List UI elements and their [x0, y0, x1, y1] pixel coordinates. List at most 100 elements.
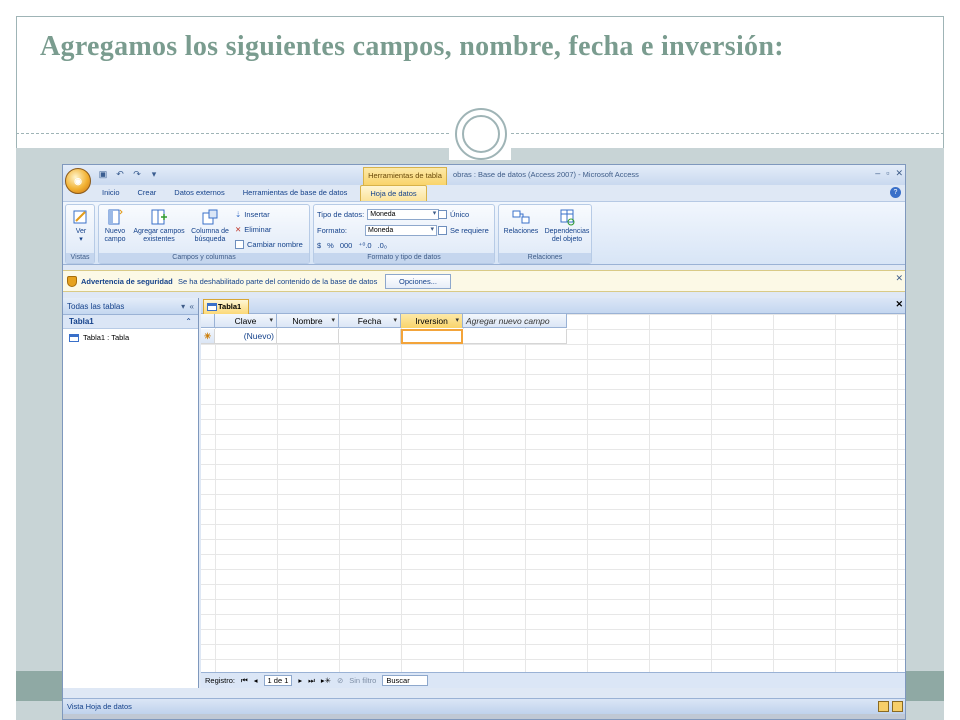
- currency-button[interactable]: $: [317, 241, 321, 250]
- context-tab-header: Herramientas de tabla: [363, 167, 447, 185]
- help-icon[interactable]: ?: [890, 187, 901, 198]
- options-button[interactable]: Opciones...: [385, 274, 451, 289]
- se-requiere-label: Se requiere: [450, 226, 489, 235]
- chevron-up-icon[interactable]: ⌃: [185, 315, 192, 329]
- column-header-nombre[interactable]: Nombre ▾: [277, 314, 339, 328]
- cell-fecha[interactable]: [339, 329, 401, 344]
- tab-herramientas-bd[interactable]: Herramientas de base de datos: [234, 185, 357, 201]
- next-record-icon[interactable]: ▸: [298, 676, 302, 685]
- chevron-down-icon[interactable]: ▾: [269, 314, 273, 328]
- cell-irversion[interactable]: [401, 329, 463, 344]
- document-area: Tabla1 ✕ Clave ▾ Nombre ▾ Fecha ▾ Irversion…: [201, 298, 905, 688]
- nav-pane-header[interactable]: Todas las tablas ▾ «: [63, 298, 198, 315]
- tipo-datos-select[interactable]: Moneda: [367, 209, 440, 220]
- formato-select[interactable]: Moneda: [365, 225, 437, 236]
- nav-pane-title: Todas las tablas: [67, 302, 125, 311]
- cell-nombre[interactable]: [277, 329, 339, 344]
- office-button[interactable]: ◉: [65, 168, 91, 194]
- minimize-icon[interactable]: –: [875, 168, 880, 179]
- collapse-pane-icon[interactable]: «: [190, 302, 194, 311]
- qat-customize-icon[interactable]: ▾: [148, 169, 160, 180]
- unico-checkbox[interactable]: Único: [438, 210, 469, 219]
- table-icon: [69, 334, 79, 342]
- column-header-fecha[interactable]: Fecha ▾: [339, 314, 401, 328]
- relationships-icon: [512, 210, 530, 224]
- column-label: Fecha: [357, 316, 382, 326]
- dependencias-label: Dependencias del objeto: [544, 228, 590, 243]
- window-controls: – ▫ ✕: [875, 168, 903, 179]
- decrease-decimals-button[interactable]: .0₀: [378, 241, 387, 250]
- close-icon[interactable]: ✕: [895, 273, 903, 284]
- navigation-pane: Todas las tablas ▾ « Tabla1 ⌃ Tabla1 : T…: [63, 298, 199, 688]
- number-format-buttons: $ % 000 ⁺⁰.0 .0₀: [317, 241, 387, 250]
- chevron-down-icon[interactable]: ▾: [455, 314, 459, 328]
- access-window: ▣ ↶ ↷ ▾ Herramientas de tabla obras : Ba…: [62, 164, 906, 720]
- tab-datos-externos[interactable]: Datos externos: [165, 185, 233, 201]
- last-record-icon[interactable]: ⏭: [308, 676, 315, 686]
- relaciones-label: Relaciones: [503, 228, 539, 235]
- column-header-irversion[interactable]: Irversion ▾: [401, 314, 463, 328]
- relaciones-button[interactable]: Relaciones: [501, 208, 541, 236]
- tab-tabla1[interactable]: Tabla1: [203, 299, 249, 314]
- insertar-button[interactable]: ⇣ Insertar: [235, 210, 270, 219]
- status-text: Vista Hoja de datos: [67, 702, 132, 711]
- search-input[interactable]: Buscar: [382, 675, 429, 686]
- cell-add-new[interactable]: [463, 329, 567, 344]
- column-label: Nombre: [292, 316, 323, 326]
- redo-icon[interactable]: ↷: [131, 169, 143, 180]
- agregar-campos-button[interactable]: Agregar campos existentes: [131, 208, 187, 244]
- group-formato-tipo: Tipo de datos: Moneda Formato: Moneda Ún…: [313, 204, 495, 264]
- nav-item-tabla1[interactable]: Tabla1 : Tabla: [63, 331, 198, 345]
- prev-record-icon[interactable]: ◂: [254, 676, 258, 685]
- restore-icon[interactable]: ▫: [886, 168, 889, 179]
- window-title: obras : Base de datos (Access 2007) - Mi…: [453, 170, 639, 179]
- first-record-icon[interactable]: ⏮: [241, 676, 248, 686]
- thousands-button[interactable]: 000: [340, 241, 353, 250]
- rename-icon: [235, 240, 244, 249]
- column-header-clave[interactable]: Clave ▾: [215, 314, 277, 328]
- eliminar-label: Eliminar: [244, 225, 272, 234]
- cell-clave[interactable]: (Nuevo): [215, 329, 277, 344]
- chevron-down-icon[interactable]: ▾: [393, 314, 397, 328]
- columna-busqueda-button[interactable]: Columna de búsqueda: [189, 208, 231, 244]
- datasheet-view-icon[interactable]: [878, 701, 889, 712]
- tab-inicio[interactable]: Inicio: [93, 185, 129, 201]
- ver-button[interactable]: Ver ▾: [69, 208, 93, 244]
- chevron-down-icon[interactable]: ▾: [331, 314, 335, 328]
- column-header-add-new[interactable]: Agregar nuevo campo: [463, 314, 567, 328]
- increase-decimals-button[interactable]: ⁺⁰.0: [358, 241, 371, 250]
- security-title: Advertencia de seguridad: [81, 277, 173, 286]
- nav-group-label: Tabla1: [69, 317, 94, 326]
- record-position-input[interactable]: 1 de 1: [263, 675, 293, 686]
- columna-busqueda-label: Columna de búsqueda: [191, 228, 229, 243]
- nav-group-tabla1[interactable]: Tabla1 ⌃: [63, 315, 198, 329]
- select-all-corner[interactable]: [201, 314, 215, 328]
- chevron-down-icon[interactable]: ▾: [181, 302, 185, 311]
- se-requiere-checkbox[interactable]: Se requiere: [438, 226, 489, 235]
- cambiar-nombre-button[interactable]: Cambiar nombre: [235, 240, 303, 249]
- undo-icon[interactable]: ↶: [114, 169, 126, 180]
- tab-hoja-de-datos[interactable]: Hoja de datos: [360, 185, 427, 201]
- group-label-formato: Formato y tipo de datos: [314, 253, 494, 263]
- close-icon[interactable]: ✕: [895, 168, 903, 179]
- close-document-icon[interactable]: ✕: [895, 299, 903, 310]
- design-view-icon[interactable]: [892, 701, 903, 712]
- save-icon[interactable]: ▣: [97, 169, 109, 180]
- tab-crear[interactable]: Crear: [129, 185, 166, 201]
- new-record-nav-icon[interactable]: ▸✳: [321, 676, 331, 685]
- eliminar-button[interactable]: ✕ Eliminar: [235, 225, 271, 234]
- formato-label: Formato:: [317, 226, 348, 235]
- filter-status[interactable]: Sin filtro: [349, 676, 376, 685]
- title-bar: ▣ ↶ ↷ ▾ Herramientas de tabla obras : Ba…: [63, 165, 905, 185]
- ribbon-tabs: Inicio Crear Datos externos Herramientas…: [93, 185, 427, 201]
- datasheet-grid[interactable]: Clave ▾ Nombre ▾ Fecha ▾ Irversion ▾ Agregar…: [201, 314, 905, 672]
- percent-button[interactable]: %: [327, 241, 334, 250]
- table-row-new[interactable]: ✳ (Nuevo): [201, 329, 567, 344]
- dropdown-arrow-icon: ▾: [79, 236, 83, 243]
- agregar-campos-label: Agregar campos existentes: [133, 228, 185, 243]
- quick-access-toolbar: ▣ ↶ ↷ ▾: [97, 169, 160, 180]
- nuevo-campo-button[interactable]: Nuevo campo: [101, 208, 129, 244]
- lookup-column-icon: [202, 209, 218, 225]
- dependencias-button[interactable]: Dependencias del objeto: [542, 208, 592, 244]
- tipo-datos-label: Tipo de datos:: [317, 210, 365, 219]
